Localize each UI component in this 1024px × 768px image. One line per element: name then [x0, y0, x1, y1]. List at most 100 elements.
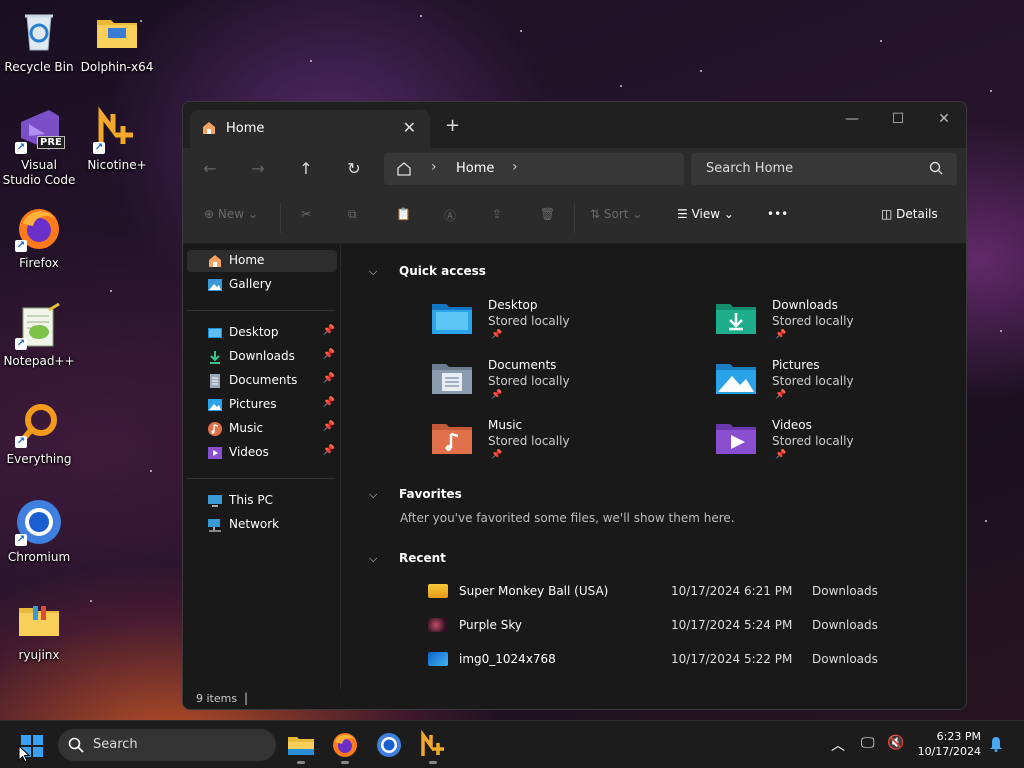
- chevron-down-icon: ⌵: [369, 552, 378, 565]
- desktop-icon-recycle-bin[interactable]: Recycle Bin: [1, 8, 77, 75]
- back-button[interactable]: ←: [196, 156, 224, 182]
- taskbar-file-explorer[interactable]: [285, 729, 317, 764]
- paste-icon[interactable]: 📋: [396, 207, 411, 221]
- taskbar-chromium[interactable]: [373, 729, 405, 761]
- system-clock[interactable]: 6:23 PM 10/17/2024: [918, 729, 981, 759]
- recent-row[interactable]: img0_1024x768 10/17/2024 5:22 PM Downloa…: [428, 650, 948, 670]
- close-window-button[interactable]: ✕: [921, 106, 966, 134]
- chevron-up-icon[interactable]: ︿: [831, 735, 845, 755]
- quick-access-item-pictures[interactable]: Pictures Stored locally 📌: [714, 358, 954, 410]
- sidebar-item-documents[interactable]: Documents 📌: [187, 370, 337, 392]
- file-thumbnail-icon: [428, 652, 448, 666]
- sidebar-item-videos[interactable]: Videos 📌: [187, 442, 337, 464]
- share-icon[interactable]: ⇪: [492, 207, 502, 221]
- sidebar-item-home[interactable]: Home: [187, 250, 337, 272]
- delete-icon[interactable]: 🗑: [540, 207, 555, 221]
- quick-access-item-downloads[interactable]: Downloads Stored locally 📌: [714, 298, 954, 350]
- new-button[interactable]: ⊕ New ⌄: [204, 207, 258, 221]
- taskbar-nicotine[interactable]: [417, 729, 449, 764]
- chevron-down-icon: ⌵: [369, 488, 378, 501]
- up-button[interactable]: ↑: [292, 156, 320, 182]
- sidebar-item-desktop[interactable]: Desktop 📌: [187, 322, 337, 344]
- search-icon: [929, 161, 943, 178]
- taskbar-search-label: Search: [93, 737, 138, 752]
- star: [310, 60, 312, 62]
- more-options-button[interactable]: •••: [767, 207, 788, 221]
- pin-icon[interactable]: 📌: [323, 397, 335, 408]
- shortcut-arrow-icon: ↗: [15, 534, 27, 546]
- desktop-icon-ryujinx[interactable]: ryujinx: [1, 596, 77, 663]
- chevron-down-icon: ⌵: [369, 265, 378, 278]
- taskbar-search[interactable]: Search: [58, 729, 276, 761]
- star: [150, 470, 152, 472]
- sidebar-item-network[interactable]: Network: [187, 514, 337, 536]
- file-name: img0_1024x768: [459, 652, 556, 666]
- command-bar: ⊕ New ⌄ ✂ ⧉ 📋 Ⓐ ⇪ 🗑 ⇅ Sort ⌄ ☰ View ⌄ ••…: [183, 190, 966, 244]
- pictures-icon: [207, 397, 223, 413]
- pin-icon[interactable]: 📌: [323, 445, 335, 456]
- address-bar[interactable]: › Home ›: [384, 153, 684, 185]
- quick-access-item-music[interactable]: Music Stored locally 📌: [430, 418, 670, 470]
- new-tab-button[interactable]: +: [445, 115, 460, 136]
- pin-icon: 📌: [775, 390, 787, 400]
- file-name: Super Monkey Ball (USA): [459, 584, 609, 598]
- desktop-icon-chromium[interactable]: ↗ Chromium: [1, 498, 77, 565]
- search-input[interactable]: Search Home: [691, 153, 957, 185]
- recent-row[interactable]: Purple Sky 10/17/2024 5:24 PM Downloads: [428, 616, 948, 636]
- sidebar-item-pictures[interactable]: Pictures 📌: [187, 394, 337, 416]
- sort-button[interactable]: ⇅ Sort ⌄: [590, 207, 642, 221]
- chromium-icon: [377, 733, 401, 757]
- sidebar-item-downloads[interactable]: Downloads 📌: [187, 346, 337, 368]
- details-button[interactable]: ◫ Details: [881, 207, 938, 221]
- search-placeholder: Search Home: [706, 161, 794, 176]
- file-location: Downloads: [812, 618, 878, 632]
- folder-icon: [15, 596, 63, 644]
- tab-home[interactable]: Home ✕: [190, 110, 430, 148]
- cut-icon[interactable]: ✂: [301, 207, 311, 221]
- desktop-icon-label: Visual Studio Code: [2, 158, 76, 187]
- recent-row[interactable]: Super Monkey Ball (USA) 10/17/2024 6:21 …: [428, 582, 948, 602]
- notification-bell-icon[interactable]: [989, 736, 1003, 756]
- desktop-icon-everything[interactable]: ↗ Everything: [1, 400, 77, 467]
- desktop-icon-visual-studio[interactable]: PRE ↗ Visual Studio Code: [1, 106, 77, 188]
- desktop-icon-nicotine[interactable]: ↗ Nicotine+: [79, 106, 155, 173]
- pin-icon[interactable]: 📌: [323, 421, 335, 432]
- sidebar-divider: [187, 478, 335, 479]
- item-status: Stored locally: [488, 374, 570, 388]
- sidebar-item-label: This PC: [229, 493, 273, 507]
- toolbar-separator: [280, 203, 281, 233]
- notepad-plus-plus-icon: ↗: [15, 302, 63, 350]
- pin-icon[interactable]: 📌: [323, 349, 335, 360]
- close-tab-icon[interactable]: ✕: [403, 118, 416, 137]
- maximize-button[interactable]: ☐: [875, 106, 921, 134]
- star: [700, 70, 702, 72]
- item-name: Music: [488, 418, 523, 432]
- network-display-icon[interactable]: 🖵: [861, 735, 875, 751]
- sidebar-item-this-pc[interactable]: This PC: [187, 490, 337, 512]
- rename-icon[interactable]: Ⓐ: [444, 207, 456, 224]
- view-button[interactable]: ☰ View ⌄: [677, 207, 734, 221]
- file-location: Downloads: [812, 584, 878, 598]
- quick-access-item-desktop[interactable]: Desktop Stored locally 📌: [430, 298, 670, 350]
- content-pane: ⌵ Quick access Desktop Stored locally 📌 …: [341, 244, 966, 689]
- pin-icon[interactable]: 📌: [323, 373, 335, 384]
- desktop-icon-firefox[interactable]: ↗ Firefox: [1, 204, 77, 271]
- quick-access-item-videos[interactable]: Videos Stored locally 📌: [714, 418, 954, 470]
- taskbar-firefox[interactable]: [329, 729, 361, 764]
- refresh-button[interactable]: ↻: [340, 156, 368, 182]
- desktop-icon-notepad-plus-plus[interactable]: ↗ Notepad++: [1, 302, 77, 369]
- sidebar-item-music[interactable]: Music 📌: [187, 418, 337, 440]
- forward-button[interactable]: →: [244, 156, 272, 182]
- volume-muted-icon[interactable]: 🔇: [887, 735, 904, 751]
- pin-icon[interactable]: 📌: [323, 325, 335, 336]
- desktop-icon-dolphin[interactable]: Dolphin-x64: [79, 8, 155, 75]
- sidebar-item-gallery[interactable]: Gallery: [187, 274, 337, 296]
- item-name: Downloads: [772, 298, 838, 312]
- quick-access-item-documents[interactable]: Documents Stored locally 📌: [430, 358, 670, 410]
- home-icon: [201, 120, 217, 139]
- minimize-button[interactable]: —: [829, 106, 875, 134]
- pin-icon: 📌: [491, 330, 503, 340]
- chevron-right-icon[interactable]: ›: [512, 159, 518, 175]
- breadcrumb[interactable]: Home: [456, 161, 494, 176]
- copy-icon[interactable]: ⧉: [348, 207, 357, 222]
